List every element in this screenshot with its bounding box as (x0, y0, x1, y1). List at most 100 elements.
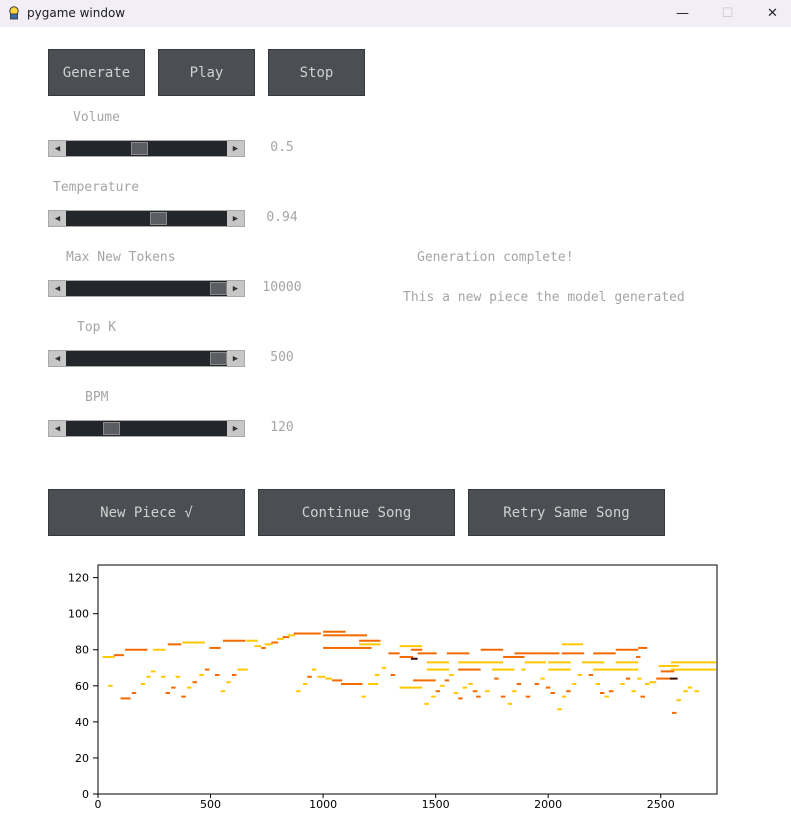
note-bar (410, 648, 423, 651)
note-bar (150, 670, 156, 673)
note-bar (458, 661, 481, 664)
note-bar (670, 661, 716, 664)
note-bar (399, 655, 414, 658)
note-bar (687, 686, 693, 689)
note-bar (521, 668, 526, 671)
note-bar (545, 686, 551, 689)
note-bar (302, 683, 308, 686)
note-bar (424, 702, 429, 705)
note-bar (192, 681, 198, 684)
note-bar (683, 690, 688, 693)
note-bar (671, 711, 677, 714)
piano-roll-chart: 0 20 40 60 80 100 120 0 500 1000 1500 2000 2500 (68, 564, 718, 811)
note-bar (410, 657, 418, 660)
note-bar (615, 661, 639, 664)
note-bar (615, 648, 639, 651)
note-bar (426, 668, 450, 671)
note-bar (557, 708, 562, 711)
note-bar (660, 670, 675, 673)
note-bar (102, 655, 115, 658)
note-bar (534, 683, 540, 686)
note-bar (261, 646, 266, 649)
pygame-snake-icon (9, 6, 19, 20)
note-bar (670, 668, 716, 671)
note-bar (676, 699, 681, 702)
note-bar (635, 655, 641, 658)
note-bar (323, 646, 372, 649)
note-bar (435, 690, 441, 693)
note-bar (599, 692, 605, 695)
note-bar (640, 695, 645, 698)
note-bar (561, 695, 567, 698)
note-bar (476, 695, 481, 698)
title-bar: pygame window — ☐ ✕ (0, 0, 791, 27)
y-tick-label: 0 (82, 788, 89, 801)
note-bar (550, 692, 555, 695)
note-bar (209, 646, 221, 649)
note-bar (503, 655, 525, 658)
note-bar (226, 681, 231, 684)
x-tick-label: 2500 (647, 798, 675, 811)
note-bar (604, 695, 609, 698)
note-bar (631, 690, 636, 693)
note-bar (440, 684, 445, 687)
note-bar (577, 673, 582, 676)
note-bar (332, 679, 343, 682)
note-bar (222, 639, 246, 642)
note-bar (540, 677, 545, 680)
note-bar (307, 675, 312, 678)
note-bar (417, 652, 437, 655)
y-tick-label: 60 (75, 680, 89, 693)
maximize-button[interactable]: ☐ (705, 0, 750, 27)
note-bar (131, 692, 137, 695)
note-bar (390, 673, 396, 676)
note-bar (323, 634, 367, 637)
note-bar (581, 661, 605, 664)
note-bar (237, 668, 248, 671)
note-bar (399, 686, 423, 689)
minimize-button[interactable]: — (660, 0, 705, 27)
note-bar (220, 690, 226, 693)
note-bar (588, 673, 594, 676)
note-bar (458, 697, 463, 700)
note-bar (548, 668, 571, 671)
note-bar (140, 683, 146, 686)
note-bar (561, 652, 585, 655)
note-bar (161, 675, 166, 678)
note-bar (507, 702, 513, 705)
plot-frame (97, 564, 718, 795)
note-bar (341, 683, 363, 686)
note-bar (113, 654, 124, 657)
note-bar (595, 683, 600, 686)
note-bar (656, 677, 670, 680)
note-bar (215, 673, 220, 676)
x-tick-label: 1000 (309, 798, 337, 811)
note-bar (181, 695, 186, 698)
window-title: pygame window (27, 6, 126, 20)
pygame-surface: Generate Play Stop Volume ◀ ▶ 0.5 Temper… (0, 27, 791, 826)
note-bar (625, 677, 631, 680)
note-bar (571, 683, 577, 686)
note-bar (514, 652, 537, 655)
note-bar (593, 668, 616, 671)
x-tick-label: 500 (200, 798, 221, 811)
note-bar (480, 648, 504, 651)
note-bar (637, 677, 642, 680)
note-bar (426, 661, 450, 664)
note-bar (108, 684, 113, 687)
note-bar (311, 668, 317, 671)
note-bar (458, 668, 481, 671)
note-bar (468, 683, 473, 686)
note-bar (536, 652, 560, 655)
note-bar (694, 690, 699, 693)
note-bar (359, 639, 381, 642)
note-bar (644, 683, 650, 686)
close-button[interactable]: ✕ (750, 0, 791, 27)
note-bar (658, 664, 679, 667)
note-bar (615, 668, 639, 671)
note-bar (246, 639, 258, 642)
note-bar (388, 652, 400, 655)
note-bar (561, 643, 584, 646)
x-tick-label: 0 (95, 798, 102, 811)
note-bar (125, 648, 148, 651)
